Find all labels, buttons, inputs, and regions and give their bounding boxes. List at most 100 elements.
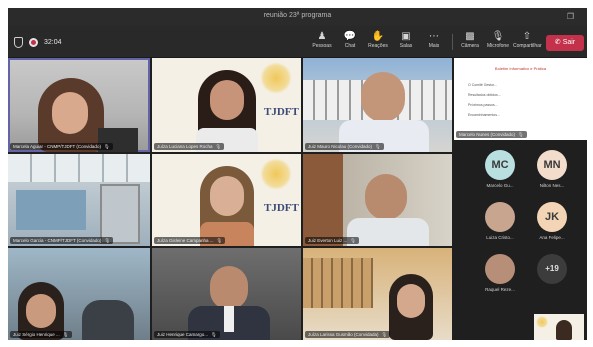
- video-tile[interactable]: Marcelo Garcia - CNMP/TJDFT (Convidado) 🎙: [8, 154, 150, 246]
- roster-participant[interactable]: Raquel Reze...: [480, 254, 520, 298]
- participant-face: [52, 92, 88, 134]
- share-label: Compartilhar: [513, 43, 542, 49]
- tjdft-sun-logo: [536, 316, 548, 328]
- mic-icon: 🎙: [216, 238, 223, 243]
- participant-name: Marcela Aguiar - CNMP/TJDFT (Convidado) 🎙: [10, 143, 113, 150]
- tjdft-sun-logo: [260, 158, 292, 190]
- ceiling-lights: [8, 154, 150, 182]
- participant-face: [210, 80, 244, 120]
- participant-name: Marcelo Garcia - CNMP/TJDFT (Convidado) 🎙: [10, 237, 114, 244]
- participant-name-text: Juíza Larissa Gusmão (Convidada): [308, 332, 379, 337]
- rooms-label: Salas: [399, 43, 413, 49]
- video-tile[interactable]: Marcela Aguiar - CNMP/TJDFT (Convidado) 🎙: [8, 58, 150, 152]
- participant-name: Marcelo Nunes (Convidado) 🎙: [456, 131, 527, 138]
- more-button[interactable]: ⋯ Mais: [420, 30, 448, 54]
- camera-button[interactable]: ▩ Câmera: [456, 30, 484, 54]
- roster-name: Nilton Nes...: [539, 183, 565, 188]
- toolbar-divider: [452, 34, 453, 50]
- participant-shirt: [224, 306, 234, 332]
- video-tile[interactable]: TJDFT Juíza Gisleine Campanha ... 🎙: [152, 154, 301, 246]
- chat-label: Chat: [344, 43, 356, 49]
- avatar: [485, 254, 515, 284]
- share-button[interactable]: ⇧ Compartilhar: [513, 30, 542, 54]
- bookshelf-background: [303, 154, 343, 246]
- mic-icon: 🎙: [381, 332, 388, 337]
- shared-doc-line: O Comitê Gestor...: [468, 83, 497, 87]
- participant-face: [361, 72, 405, 122]
- microphone-button[interactable]: 🎙 Microfone: [484, 30, 512, 54]
- reactions-label: Reações: [368, 43, 388, 49]
- participant-face: [365, 174, 407, 220]
- shared-doc-line: Resultados obtidos...: [468, 93, 501, 97]
- mic-icon: 🎙: [103, 144, 110, 149]
- participant-name: Juíza Gisleine Campanha ... 🎙: [154, 237, 226, 244]
- teams-meeting-window: reunião 23ª programa ❐ 32:04 ♟ Pessoas 💬…: [8, 8, 587, 340]
- leave-label: Sair: [562, 39, 576, 46]
- chat-button[interactable]: 💬 Chat: [336, 30, 364, 54]
- camera-label: Câmera: [461, 43, 479, 49]
- video-tile[interactable]: Juiz Everton Luiz ... 🎙: [303, 154, 452, 246]
- participant-name-text: Juiz Henrique Camargo...: [157, 332, 209, 337]
- video-tile[interactable]: Juíza Larissa Gusmão (Convidada) 🎙: [303, 248, 452, 340]
- participant-shirt: [347, 218, 429, 246]
- participant-name-text: Marcelo Nunes (Convidado): [459, 132, 516, 137]
- meeting-status: 32:04: [14, 36, 62, 48]
- avatar: JK: [537, 202, 567, 232]
- roster-participant[interactable]: JK Ana Felipe...: [532, 202, 572, 246]
- participant-name-text: Marcela Aguiar - CNMP/TJDFT (Convidado): [13, 144, 101, 149]
- tjdft-logo: TJDFT: [264, 202, 299, 214]
- shared-doc-heading: Boletim Informativo e Prática: [494, 66, 547, 71]
- participant-name-text: Juiz Everton Luiz ...: [308, 238, 348, 243]
- self-view-tile[interactable]: [534, 314, 584, 340]
- shared-doc-body: O Comitê Gestor... Resultados obtidos...…: [468, 80, 501, 120]
- shared-doc-line: Encaminhamentos...: [468, 113, 500, 117]
- door: [100, 184, 140, 244]
- share-icon: ⇧: [522, 31, 532, 42]
- building-background: [303, 258, 373, 308]
- roster-name: Luiza Cristo...: [486, 235, 514, 240]
- mic-icon: 🎙: [211, 332, 217, 337]
- reactions-icon: ✋: [371, 31, 385, 42]
- microphone-icon: 🎙: [491, 31, 505, 42]
- shared-screen-tile[interactable]: Boletim Informativo e Prática O Comitê G…: [454, 58, 587, 140]
- mic-icon: 🎙: [62, 332, 69, 337]
- video-tile[interactable]: TJDFT Juíza Luciana Lopes Rocha 🎙: [152, 58, 301, 152]
- participant-face: [397, 284, 425, 318]
- overflow-count: +19: [537, 254, 567, 284]
- participant-face: [210, 176, 244, 216]
- restore-window-icon[interactable]: ❐: [566, 12, 575, 21]
- participant-name-text: Juiz Mauro Nicolau (Convidado): [308, 144, 373, 149]
- video-tile[interactable]: Juiz Sérgio Henrique ... 🎙: [8, 248, 150, 340]
- microphone-label: Microfone: [487, 43, 509, 49]
- more-participants-button[interactable]: +19: [532, 254, 572, 298]
- participant-video: [556, 320, 572, 340]
- participant-roster: MC Marcelo Gu... MN Nilton Nes... Luiza …: [454, 142, 587, 340]
- shield-icon: [14, 36, 23, 48]
- window-background: [16, 190, 86, 230]
- more-label: Mais: [428, 43, 440, 49]
- camera-icon: ▩: [465, 31, 475, 42]
- rooms-icon: ▣: [401, 31, 411, 42]
- participant-face: [26, 294, 56, 328]
- avatar: [485, 202, 515, 232]
- reactions-button[interactable]: ✋ Reações: [364, 30, 392, 54]
- participant-name-text: Juíza Gisleine Campanha ...: [157, 238, 214, 243]
- participant-face: [210, 266, 248, 310]
- people-button[interactable]: ♟ Pessoas: [308, 30, 336, 54]
- video-tile[interactable]: Juiz Henrique Camargo... 🎙: [152, 248, 301, 340]
- shared-doc-line: Próximos passos...: [468, 103, 498, 107]
- mic-icon: 🎙: [518, 132, 524, 137]
- leave-button[interactable]: ✆ Sair: [546, 35, 584, 51]
- people-label: Pessoas: [312, 43, 332, 49]
- video-tile[interactable]: Juiz Mauro Nicolau (Convidado) 🎙: [303, 58, 452, 152]
- participant-name: Juiz Mauro Nicolau (Convidado) 🎙: [305, 143, 384, 150]
- roster-participant[interactable]: MC Marcelo Gu...: [480, 150, 520, 194]
- rooms-button[interactable]: ▣ Salas: [392, 30, 420, 54]
- roster-participant[interactable]: MN Nilton Nes...: [532, 150, 572, 194]
- meeting-timer: 32:04: [44, 38, 62, 46]
- participant-video: [82, 300, 134, 340]
- roster-participant[interactable]: Luiza Cristo...: [480, 202, 520, 246]
- mic-icon: 🎙: [104, 238, 111, 243]
- chat-icon: 💬: [343, 31, 357, 42]
- participant-name: Juiz Sérgio Henrique ... 🎙: [10, 331, 72, 338]
